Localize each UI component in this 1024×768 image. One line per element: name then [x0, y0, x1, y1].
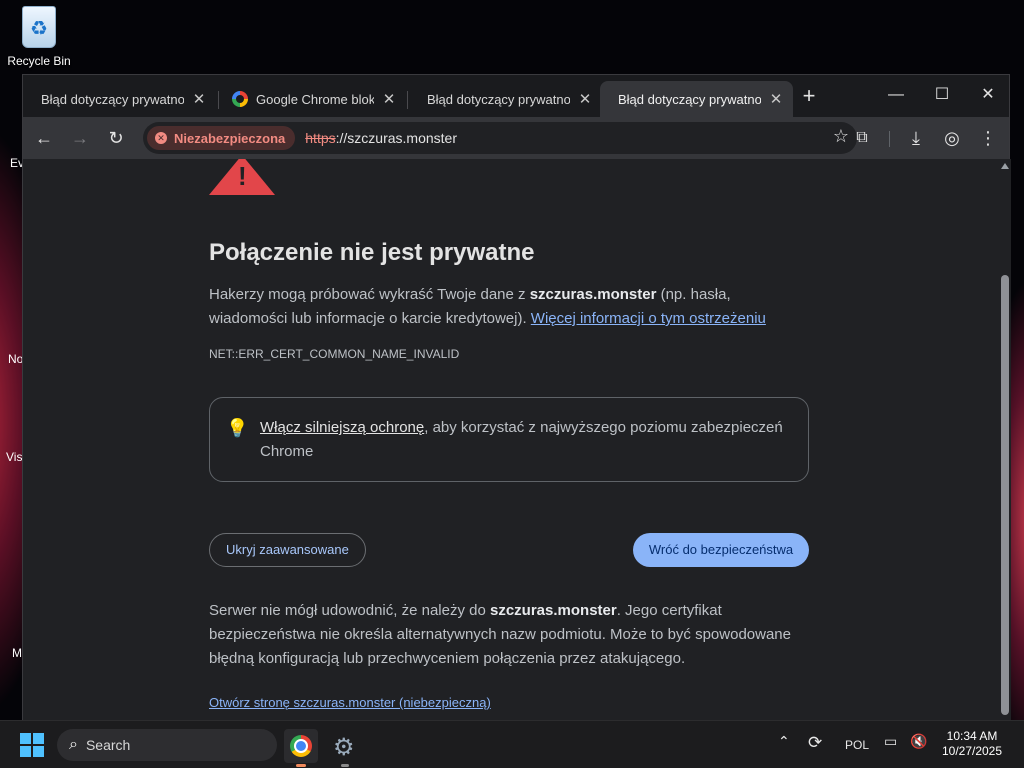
learn-more-link[interactable]: Więcej informacji o tym ostrzeżeniu — [531, 310, 766, 327]
enhanced-protection-box: 💡 Włącz silniejszą ochronę, aby korzysta… — [209, 397, 809, 482]
chevron-up-icon[interactable]: ⌃ — [778, 733, 790, 750]
gear-icon: ⚙ — [333, 734, 355, 761]
tab-title: Błąd dotyczący prywatności — [618, 91, 761, 107]
lead-text: Hakerzy mogą próbować wykraść Twoje dane… — [209, 286, 530, 303]
warning-triangle-icon: ! — [209, 159, 275, 195]
clock[interactable]: 10:34 AM 10/27/2025 — [932, 729, 1012, 759]
menu-dots-icon[interactable]: ⋮ — [973, 123, 1003, 153]
download-icon[interactable]: ⤓ — [901, 123, 931, 153]
details-text: Serwer nie mógł udowodnić, że należy do — [209, 602, 490, 619]
page-title: Połączenie nie jest prywatne — [209, 239, 535, 266]
url-scheme: https — [305, 130, 336, 146]
update-icon[interactable]: ⟳ — [808, 733, 822, 753]
address-bar[interactable]: ✕ Niezabezpieczona https://szczuras.mons… — [143, 122, 857, 154]
back-to-safety-button[interactable]: Wróć do bezpieczeństwa — [633, 533, 809, 567]
tab-title: Błąd dotyczący prywatności — [41, 91, 184, 107]
desktop-icon-label[interactable]: M — [12, 646, 22, 660]
warning-description: Hakerzy mogą próbować wykraść Twoje dane… — [209, 283, 809, 331]
clock-time: 10:34 AM — [946, 729, 998, 743]
taskbar: ⌕ Search ⚙ ⌃ ⟳ POL ▭ 🔇 10:34 AM 10/27/20… — [0, 720, 1024, 768]
running-indicator — [341, 764, 349, 767]
chrome-window: Błąd dotyczący prywatności ✕ Google Chro… — [22, 74, 1011, 721]
close-window-button[interactable]: ✕ — [965, 81, 1011, 111]
reload-button[interactable]: ↻ — [101, 123, 131, 153]
tab-4-active[interactable]: Błąd dotyczący prywatności ✕ — [600, 81, 793, 117]
proceed-unsafe-link[interactable]: Otwórz stronę szczuras.monster (niebezpi… — [209, 695, 491, 710]
enhanced-protection-link[interactable]: Włącz silniejszą ochronę — [260, 419, 424, 436]
interstitial-page: ! Połączenie nie jest prywatne Hakerzy m… — [23, 159, 999, 721]
close-icon[interactable]: ✕ — [769, 90, 783, 108]
windows-logo-icon — [20, 733, 31, 744]
tab-strip: Błąd dotyczący prywatności ✕ Google Chro… — [23, 75, 1009, 117]
minimize-button[interactable]: — — [873, 81, 919, 111]
advanced-details: Serwer nie mógł udowodnić, że należy do … — [209, 599, 809, 671]
start-button[interactable] — [20, 733, 44, 757]
recycle-bin[interactable]: ♻ Recycle Bin — [4, 6, 74, 68]
clock-date: 10/27/2025 — [941, 744, 1003, 758]
close-icon[interactable]: ✕ — [192, 90, 206, 108]
maximize-button[interactable]: ☐ — [919, 81, 965, 111]
windows-logo-icon — [20, 746, 31, 757]
scroll-up-arrow-icon[interactable] — [1001, 163, 1009, 169]
url-host: ://szczuras.monster — [335, 130, 457, 146]
close-icon[interactable]: ✕ — [578, 90, 592, 108]
url-text[interactable]: https://szczuras.monster — [305, 130, 457, 146]
taskbar-chrome[interactable] — [284, 729, 318, 767]
details-domain: szczuras.monster — [490, 602, 617, 619]
volume-muted-icon[interactable]: 🔇 — [910, 733, 927, 750]
security-chip-label: Niezabezpieczona — [174, 130, 286, 146]
search-icon: ⌕ — [69, 736, 78, 753]
windows-logo-icon — [33, 746, 44, 757]
profile-icon[interactable]: ◎ — [937, 123, 967, 153]
taskbar-search[interactable]: ⌕ Search — [57, 729, 277, 761]
chrome-icon — [290, 735, 312, 757]
tab-2[interactable]: Google Chrome blokuje ✕ — [220, 81, 406, 117]
recycle-bin-icon: ♻ — [22, 6, 56, 48]
close-icon[interactable]: ✕ — [382, 90, 396, 108]
scrollbar[interactable] — [999, 159, 1011, 721]
windows-logo-icon — [33, 733, 44, 744]
toolbar: ← → ↻ ✕ Niezabezpieczona https://szczura… — [23, 117, 1009, 159]
not-secure-icon: ✕ — [155, 132, 167, 144]
toolbar-separator — [889, 131, 890, 147]
hide-advanced-button[interactable]: Ukryj zaawansowane — [209, 533, 366, 567]
tab-1[interactable]: Błąd dotyczący prywatności ✕ — [23, 81, 216, 117]
recycle-bin-label: Recycle Bin — [7, 54, 71, 68]
active-indicator — [296, 764, 306, 767]
google-icon — [232, 91, 248, 107]
tab-separator — [218, 91, 219, 109]
search-label: Search — [85, 737, 131, 753]
network-icon[interactable]: ▭ — [884, 733, 897, 750]
tab-title: Błąd dotyczący prywatności — [427, 91, 570, 107]
lightbulb-icon: 💡 — [226, 418, 249, 438]
lead-domain: szczuras.monster — [529, 286, 657, 303]
forward-button[interactable]: → — [65, 123, 95, 153]
language-indicator[interactable]: POL — [845, 738, 869, 752]
security-chip[interactable]: ✕ Niezabezpieczona — [147, 126, 296, 150]
error-code: NET::ERR_CERT_COMMON_NAME_INVALID — [209, 347, 460, 361]
scrollbar-thumb[interactable] — [1001, 275, 1009, 715]
tab-separator — [407, 91, 408, 109]
tab-3[interactable]: Błąd dotyczący prywatności ✕ — [409, 81, 602, 117]
new-tab-button[interactable]: + — [795, 83, 823, 111]
tab-title: Google Chrome blokuje — [256, 91, 374, 107]
desktop-icon-label[interactable]: Vis — [6, 450, 22, 464]
back-button[interactable]: ← — [29, 123, 59, 153]
taskbar-settings[interactable]: ⚙ — [328, 729, 362, 767]
search-tabs-icon[interactable]: ⧉ — [847, 123, 877, 153]
